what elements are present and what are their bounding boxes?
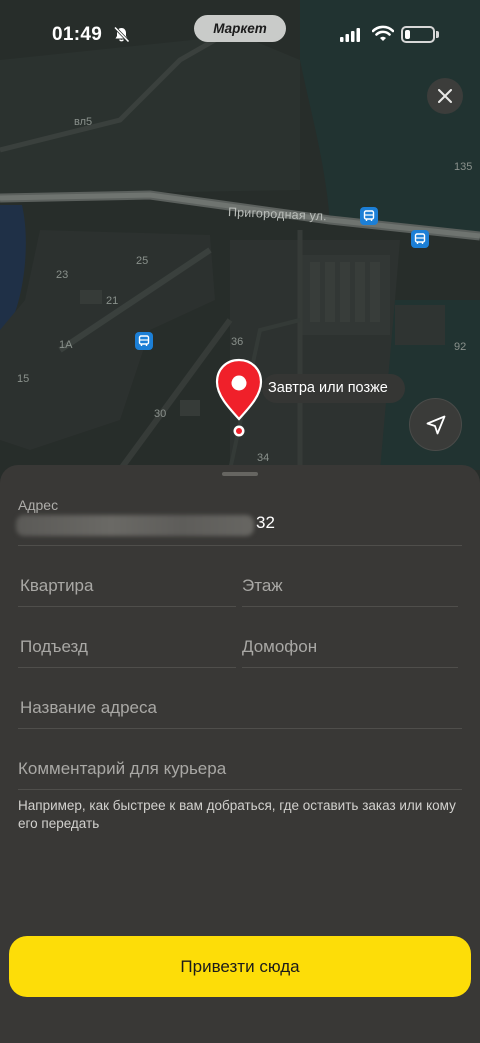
- house-number-label: 135: [454, 161, 473, 173]
- location-pin-icon[interactable]: [214, 358, 264, 440]
- divider: [18, 606, 236, 607]
- address-street-redacted: [16, 515, 254, 536]
- my-location-button[interactable]: [409, 398, 462, 451]
- bell-off-icon: [113, 26, 130, 43]
- deliver-here-button[interactable]: Привезти сюда: [9, 936, 471, 997]
- divider: [18, 728, 462, 729]
- house-number-label: 1А: [59, 339, 73, 351]
- courier-comment-field[interactable]: Комментарий для курьера: [18, 759, 226, 779]
- wifi-icon: [372, 25, 394, 41]
- house-number-label: 21: [106, 295, 119, 307]
- sheet-drag-handle[interactable]: [222, 472, 258, 476]
- divider: [242, 667, 458, 668]
- close-button[interactable]: [427, 78, 463, 114]
- divider: [18, 667, 236, 668]
- battery-icon: [401, 26, 435, 43]
- close-icon: [438, 89, 452, 103]
- bus-stop-icon[interactable]: [360, 207, 378, 225]
- app-pill[interactable]: Маркет: [194, 15, 286, 42]
- house-number-label: вл5: [74, 116, 93, 128]
- divider: [242, 606, 458, 607]
- house-number-label: 92: [454, 341, 467, 353]
- cellular-signal-icon: [340, 28, 360, 42]
- divider: [18, 545, 462, 546]
- house-number-label: 23: [56, 269, 69, 281]
- navigation-arrow-icon: [426, 415, 445, 434]
- address-name-field[interactable]: Название адреса: [20, 698, 157, 718]
- house-number-label: 30: [154, 408, 167, 420]
- entrance-field[interactable]: Подъезд: [20, 637, 88, 657]
- house-number-label: 36: [231, 336, 244, 348]
- bus-stop-icon[interactable]: [411, 230, 429, 248]
- battery-level: [405, 30, 410, 39]
- house-number-label: 34: [257, 452, 270, 464]
- clock-time: 01:49: [52, 24, 103, 45]
- intercom-field[interactable]: Домофон: [242, 637, 317, 657]
- address-sheet: Адрес 32 Квартира Этаж Подъезд Домофон Н…: [0, 465, 480, 1043]
- battery-tip: [436, 31, 439, 38]
- house-number-label: 15: [17, 373, 30, 385]
- apartment-field[interactable]: Квартира: [20, 576, 93, 596]
- address-label: Адрес: [18, 497, 59, 513]
- floor-field[interactable]: Этаж: [242, 576, 283, 596]
- bus-stop-icon[interactable]: [135, 332, 153, 350]
- divider: [18, 789, 462, 790]
- status-bar: 01:49 Маркет: [0, 0, 480, 60]
- comment-hint-text: Например, как быстрее к вам добраться, г…: [18, 798, 456, 831]
- delivery-time-tooltip: Завтра или позже: [262, 374, 405, 403]
- house-number-label: 25: [136, 255, 149, 267]
- address-house-number[interactable]: 32: [256, 513, 275, 533]
- map-view[interactable]: вл5 135 25 23 21 1А 36 92 15 30 34 Приго…: [0, 0, 480, 480]
